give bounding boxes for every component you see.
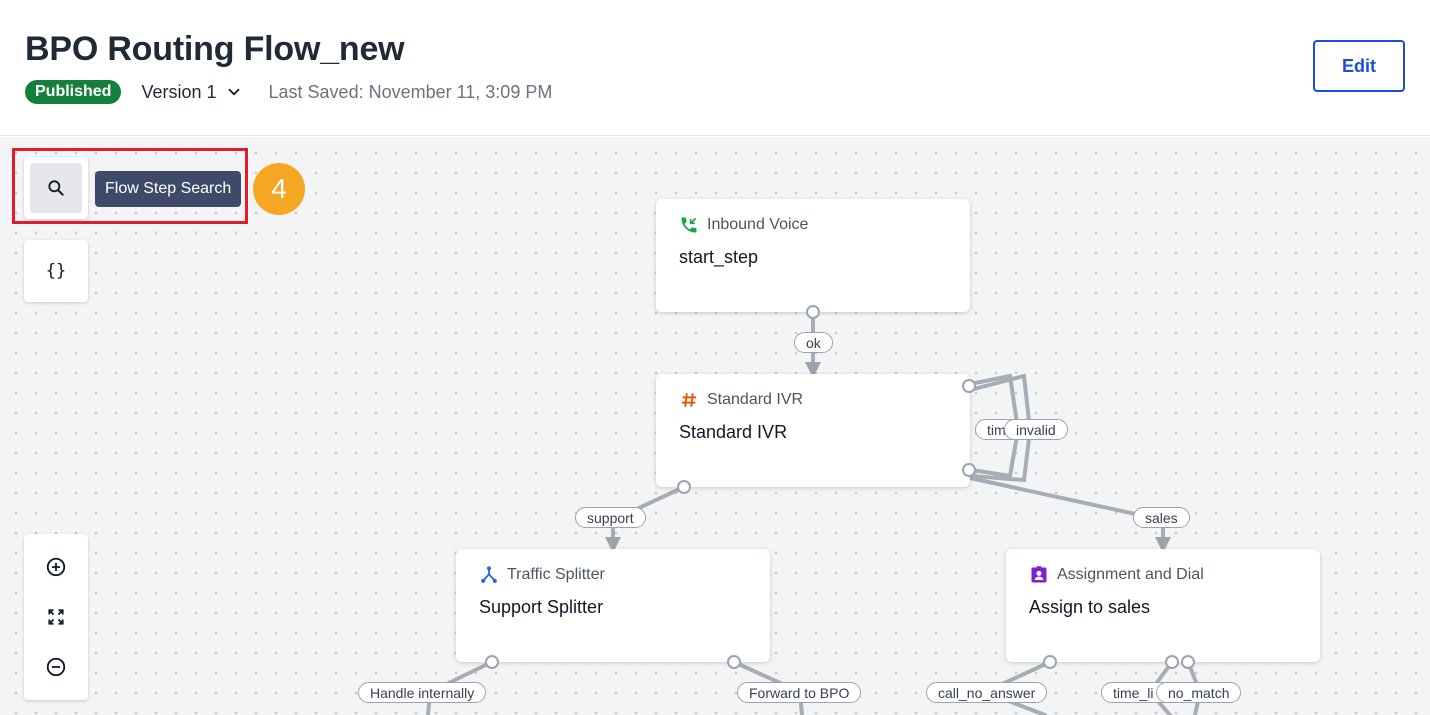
- zoom-out-icon: [46, 657, 66, 677]
- edge-label-forward-to-bpo[interactable]: Forward to BPO: [737, 682, 862, 703]
- node-type-label: Assignment and Dial: [1057, 566, 1204, 583]
- page-header: BPO Routing Flow_new Published Version 1…: [0, 0, 1430, 136]
- node-standard-ivr[interactable]: Standard IVR Standard IVR: [656, 374, 970, 487]
- fit-view-icon: [48, 609, 64, 625]
- node-name: Standard IVR: [679, 422, 788, 442]
- phone-incoming-icon: [679, 215, 699, 235]
- edge-label-handle-internally[interactable]: Handle internally: [358, 682, 487, 703]
- last-saved-text: Last Saved: November 11, 3:09 PM: [268, 81, 553, 102]
- node-type-label: Traffic Splitter: [507, 566, 605, 583]
- status-badge: Published: [25, 80, 122, 104]
- node-name: Assign to sales: [1029, 597, 1151, 617]
- node-assignment-and-dial[interactable]: Assignment and Dial Assign to sales: [1006, 549, 1320, 662]
- fit-view-button[interactable]: [36, 597, 76, 637]
- edge-label-no-match[interactable]: no_match: [1156, 682, 1242, 703]
- variables-button[interactable]: {}: [24, 240, 88, 302]
- page-title: BPO Routing Flow_new: [25, 30, 405, 68]
- node-name: Support Splitter: [479, 597, 604, 617]
- node-traffic-splitter[interactable]: Traffic Splitter Support Splitter: [456, 549, 770, 662]
- edge-label-call-no-answer[interactable]: call_no_answer: [926, 682, 1048, 703]
- zoom-in-icon: [46, 557, 66, 577]
- version-dropdown[interactable]: Version 1: [141, 82, 242, 103]
- search-tooltip: Flow Step Search: [95, 171, 242, 207]
- edge-label-ok[interactable]: ok: [794, 332, 833, 353]
- zoom-controls: [24, 534, 88, 700]
- zoom-out-button[interactable]: [36, 647, 76, 687]
- node-inbound-voice[interactable]: Inbound Voice start_step: [656, 199, 970, 312]
- edge-label-sales[interactable]: sales: [1133, 507, 1190, 528]
- version-label: Version 1: [141, 81, 217, 102]
- edge-label-invalid[interactable]: invalid: [1004, 419, 1068, 440]
- node-type-label: Standard IVR: [707, 391, 804, 408]
- edit-button[interactable]: Edit: [1313, 40, 1405, 92]
- hash-icon: [679, 390, 699, 410]
- node-type-label: Inbound Voice: [707, 216, 809, 233]
- edge-label-support[interactable]: support: [575, 507, 646, 528]
- split-icon: [479, 565, 499, 585]
- zoom-in-button[interactable]: [36, 547, 76, 587]
- chevron-down-icon: [228, 88, 239, 96]
- flow-meta: Published Version 1 Last Saved: November…: [25, 79, 552, 105]
- step-number-badge: 4: [253, 163, 305, 215]
- contact-badge-icon: [1029, 565, 1049, 585]
- node-name: start_step: [679, 247, 759, 267]
